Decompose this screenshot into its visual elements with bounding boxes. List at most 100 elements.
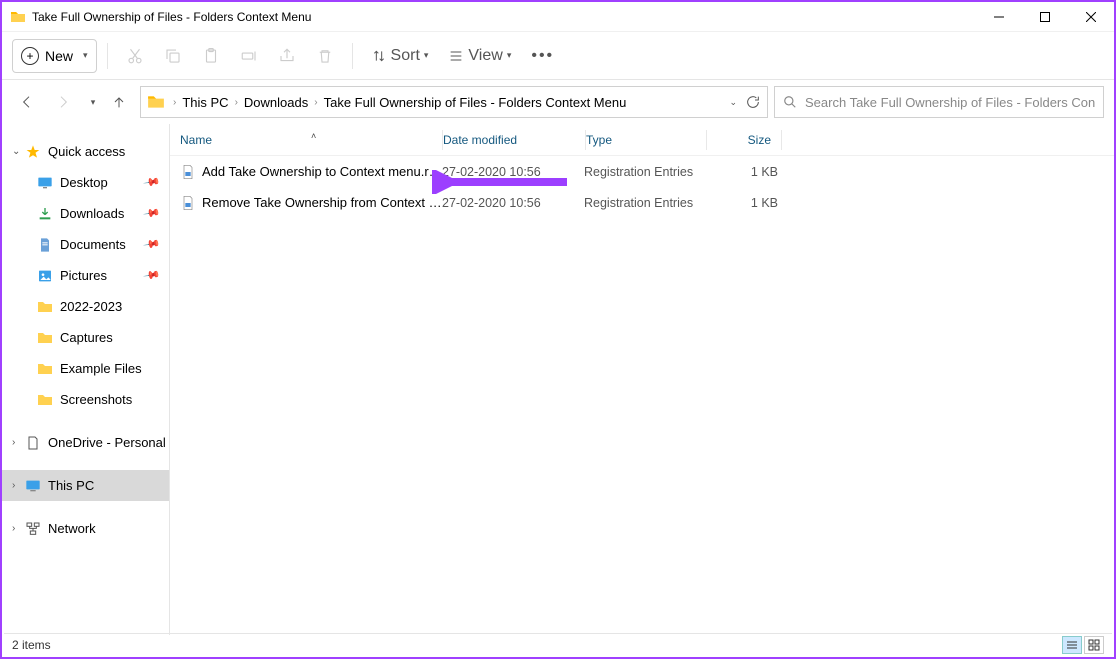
file-name: Remove Take Ownership from Context M... <box>202 195 442 210</box>
sidebar-item-downloads[interactable]: Downloads 📌 <box>2 198 169 229</box>
breadcrumb-segment[interactable]: Downloads <box>240 95 312 110</box>
recent-dropdown[interactable]: ▾ <box>84 87 98 117</box>
sidebar-label: Example Files <box>60 361 142 376</box>
new-button[interactable]: + New ▾ <box>12 39 97 73</box>
sort-label: Sort <box>391 47 420 65</box>
column-date[interactable]: Date modified <box>443 133 585 147</box>
file-name: Add Take Ownership to Context menu.reg <box>202 164 442 179</box>
file-date: 27-02-2020 10:56 <box>442 165 584 179</box>
folder-icon <box>36 391 54 409</box>
folder-icon <box>36 360 54 378</box>
file-list: Name ˄ Date modified Type Size Add Take … <box>170 124 1114 635</box>
sidebar-label: Network <box>48 521 96 536</box>
window-title: Take Full Ownership of Files - Folders C… <box>32 10 976 24</box>
minimize-button[interactable] <box>976 2 1022 32</box>
documents-icon <box>36 236 54 254</box>
rename-button[interactable] <box>232 39 266 73</box>
delete-button[interactable] <box>308 39 342 73</box>
expand-icon[interactable]: › <box>12 523 22 534</box>
pin-icon: 📌 <box>143 235 162 254</box>
sidebar-item-folder[interactable]: Captures <box>2 322 169 353</box>
separator <box>352 43 353 69</box>
file-size: 1 KB <box>704 165 778 179</box>
sidebar-item-documents[interactable]: Documents 📌 <box>2 229 169 260</box>
breadcrumb-segment[interactable]: This PC <box>178 95 232 110</box>
address-dropdown[interactable]: ⌄ <box>729 97 737 108</box>
up-button[interactable] <box>104 87 134 117</box>
sidebar-item-pictures[interactable]: Pictures 📌 <box>2 260 169 291</box>
sidebar-label: Pictures <box>60 268 107 283</box>
app-folder-icon <box>10 9 26 25</box>
star-icon <box>24 143 42 161</box>
sidebar-label: Downloads <box>60 206 124 221</box>
expand-icon[interactable]: ⌄ <box>12 146 22 157</box>
sidebar-onedrive[interactable]: › OneDrive - Personal <box>2 427 169 458</box>
view-details-toggle[interactable] <box>1062 636 1082 654</box>
address-row: ▾ › This PC › Downloads › Take Full Owne… <box>2 80 1114 124</box>
sidebar-label: Screenshots <box>60 392 132 407</box>
view-label: View <box>468 47 502 65</box>
sidebar-label: Captures <box>60 330 113 345</box>
copy-button[interactable] <box>156 39 190 73</box>
forward-button[interactable] <box>48 87 78 117</box>
file-type: Registration Entries <box>584 196 704 210</box>
close-button[interactable] <box>1068 2 1114 32</box>
folder-icon <box>36 329 54 347</box>
view-icon <box>448 48 464 64</box>
reg-file-icon <box>180 164 196 180</box>
search-box[interactable] <box>774 86 1104 118</box>
maximize-button[interactable] <box>1022 2 1068 32</box>
sidebar-this-pc[interactable]: › This PC <box>2 470 169 501</box>
reg-file-icon <box>180 195 196 211</box>
sidebar-quick-access[interactable]: ⌄ Quick access <box>2 136 169 167</box>
sort-ascending-icon: ˄ <box>311 131 316 141</box>
file-row[interactable]: Remove Take Ownership from Context M... … <box>170 187 1114 218</box>
chevron-down-icon: ▾ <box>83 50 88 61</box>
breadcrumb-segment[interactable]: Take Full Ownership of Files - Folders C… <box>320 95 631 110</box>
column-headers: Name ˄ Date modified Type Size <box>170 124 1114 156</box>
status-bar: 2 items <box>4 633 1112 655</box>
title-bar: Take Full Ownership of Files - Folders C… <box>2 2 1114 32</box>
column-size[interactable]: Size <box>707 133 781 147</box>
view-large-toggle[interactable] <box>1084 636 1104 654</box>
toolbar: + New ▾ Sort ▾ View ▾ ••• <box>2 32 1114 80</box>
chevron-right-icon: › <box>233 97 240 108</box>
view-button[interactable]: View ▾ <box>440 39 519 73</box>
address-bar[interactable]: › This PC › Downloads › Take Full Owners… <box>140 86 768 118</box>
sidebar-item-desktop[interactable]: Desktop 📌 <box>2 167 169 198</box>
sidebar-label: OneDrive - Personal <box>48 435 166 450</box>
more-button[interactable]: ••• <box>523 39 562 73</box>
network-icon <box>24 520 42 538</box>
sidebar-item-folder[interactable]: Screenshots <box>2 384 169 415</box>
pictures-icon <box>36 267 54 285</box>
file-type: Registration Entries <box>584 165 704 179</box>
sidebar-item-folder[interactable]: 2022-2023 <box>2 291 169 322</box>
sidebar-label: Quick access <box>48 144 125 159</box>
sidebar-network[interactable]: › Network <box>2 513 169 544</box>
new-label: New <box>45 48 73 64</box>
chevron-down-icon: ▾ <box>507 50 512 61</box>
column-separator[interactable] <box>781 130 782 150</box>
chevron-down-icon: ▾ <box>424 50 429 61</box>
cut-button[interactable] <box>118 39 152 73</box>
search-icon <box>783 95 797 109</box>
expand-icon[interactable]: › <box>12 437 22 448</box>
paste-button[interactable] <box>194 39 228 73</box>
sort-button[interactable]: Sort ▾ <box>363 39 437 73</box>
window-controls <box>976 2 1114 32</box>
column-name[interactable]: Name ˄ <box>180 133 442 147</box>
folder-icon <box>36 298 54 316</box>
sidebar-item-folder[interactable]: Example Files <box>2 353 169 384</box>
refresh-button[interactable] <box>745 94 761 110</box>
onedrive-icon <box>24 434 42 452</box>
sidebar-label: This PC <box>48 478 94 493</box>
file-row[interactable]: Add Take Ownership to Context menu.reg 2… <box>170 156 1114 187</box>
share-button[interactable] <box>270 39 304 73</box>
this-pc-icon <box>24 477 42 495</box>
column-type[interactable]: Type <box>586 133 706 147</box>
plus-icon: + <box>21 47 39 65</box>
search-input[interactable] <box>805 95 1095 110</box>
back-button[interactable] <box>12 87 42 117</box>
chevron-right-icon: › <box>312 97 319 108</box>
expand-icon[interactable]: › <box>12 480 22 491</box>
